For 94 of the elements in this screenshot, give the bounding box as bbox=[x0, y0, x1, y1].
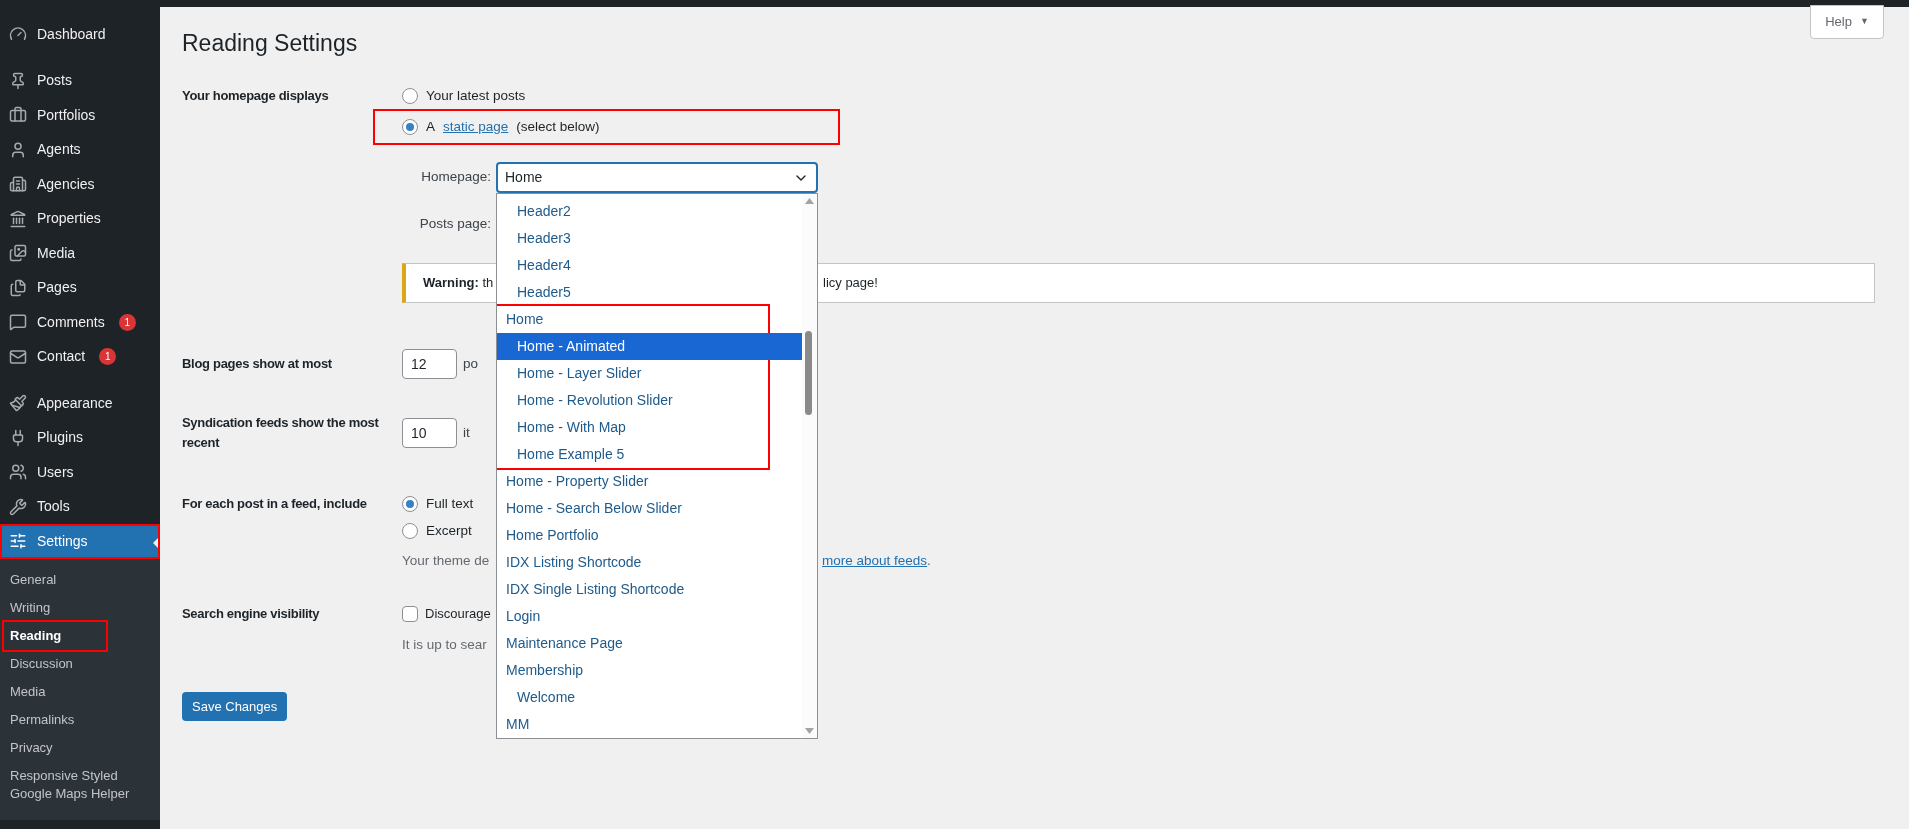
sidebar-item[interactable]: Appearance bbox=[0, 386, 160, 421]
dropdown-option[interactable]: Header5 bbox=[497, 279, 802, 306]
person-icon bbox=[9, 140, 27, 159]
scroll-up-icon[interactable] bbox=[805, 198, 814, 204]
dropdown-option[interactable]: IDX Single Listing Shortcode bbox=[497, 576, 802, 603]
dropdown-option[interactable]: Home bbox=[497, 306, 802, 333]
warning-text: Warning: th bbox=[423, 274, 493, 293]
count-badge: 1 bbox=[99, 348, 117, 366]
dropdown-option[interactable]: Membership bbox=[497, 657, 802, 684]
radio-label: Your latest posts bbox=[426, 86, 526, 105]
people-icon bbox=[9, 463, 27, 482]
unit-label: po bbox=[463, 354, 479, 373]
dropdown-option[interactable]: Home - Property Slider bbox=[497, 468, 802, 495]
dropdown-option[interactable]: Home - Layer Slider bbox=[497, 360, 802, 387]
dropdown-option[interactable]: Header4 bbox=[497, 252, 802, 279]
homepage-label: Homepage: bbox=[420, 168, 492, 187]
dropdown-option[interactable]: Home - Revolution Slider bbox=[497, 387, 802, 414]
submenu-item[interactable]: Writing bbox=[10, 598, 150, 617]
sidebar-item[interactable]: Portfolios bbox=[0, 98, 160, 133]
submenu-item[interactable]: Privacy bbox=[10, 738, 150, 757]
feed-description: Your theme de bbox=[402, 551, 491, 570]
dropdown-option[interactable]: Login bbox=[497, 603, 802, 630]
submenu-item[interactable]: Permalinks bbox=[10, 710, 150, 729]
dropdown-option[interactable]: Home - Search Below Slider bbox=[497, 495, 802, 522]
setting-label: Syndication feeds show the most recent bbox=[182, 414, 380, 452]
submenu-item[interactable]: Discussion bbox=[10, 654, 150, 673]
visibility-description: It is up to sear bbox=[402, 636, 488, 654]
sidebar-item[interactable]: Comments 1 bbox=[0, 305, 160, 340]
radio-label: Full text bbox=[426, 494, 474, 513]
briefcase-icon bbox=[9, 106, 27, 125]
unit-label: it bbox=[463, 423, 470, 442]
dropdown-option[interactable]: Welcome bbox=[497, 684, 802, 711]
help-button[interactable]: Help ▼ bbox=[1810, 5, 1884, 39]
sidebar-item[interactable]: Pages bbox=[0, 270, 160, 305]
speech-bubble-icon bbox=[9, 313, 27, 332]
sliders-icon bbox=[9, 532, 27, 551]
sidebar-item[interactable]: Plugins bbox=[0, 420, 160, 455]
page-title: Reading Settings bbox=[182, 29, 359, 58]
sidebar-item[interactable]: Settings bbox=[0, 524, 160, 559]
radio-button[interactable] bbox=[402, 119, 418, 135]
dropdown-option[interactable]: Home - With Map bbox=[497, 414, 802, 441]
sidebar-item[interactable]: Users bbox=[0, 455, 160, 490]
count-badge: 1 bbox=[118, 313, 136, 331]
setting-label: Search engine visibility bbox=[182, 605, 321, 623]
radio-hint: (select below) bbox=[516, 117, 600, 136]
sidebar-item[interactable]: Properties bbox=[0, 201, 160, 236]
period-text: . bbox=[927, 551, 931, 570]
submenu-item[interactable]: General bbox=[10, 570, 150, 589]
radio-button[interactable] bbox=[402, 523, 418, 539]
homepage-select[interactable]: Home bbox=[496, 162, 818, 193]
dropdown-option[interactable]: Header3 bbox=[497, 225, 802, 252]
pin-icon bbox=[9, 71, 27, 90]
scroll-down-icon[interactable] bbox=[805, 728, 814, 734]
bank-icon bbox=[9, 209, 27, 228]
envelope-icon bbox=[9, 347, 27, 366]
radio-label: A bbox=[426, 117, 435, 136]
scrollbar[interactable] bbox=[802, 194, 817, 738]
dropdown-option[interactable]: Home - Animated bbox=[497, 333, 802, 360]
submenu-item[interactable]: Reading bbox=[10, 626, 150, 645]
radio-button[interactable] bbox=[402, 496, 418, 512]
radio-button[interactable] bbox=[402, 88, 418, 104]
dropdown-option[interactable]: Header2 bbox=[497, 198, 802, 225]
static-page-link[interactable]: static page bbox=[443, 116, 509, 138]
checkbox[interactable] bbox=[402, 606, 418, 622]
checkbox-label: Discourage bbox=[425, 605, 491, 624]
sidebar-item[interactable]: Posts bbox=[0, 63, 160, 98]
images-icon bbox=[9, 244, 27, 263]
dropdown-option[interactable]: Home Example 5 bbox=[497, 441, 802, 468]
warning-text: licy page! bbox=[823, 274, 878, 293]
number-field[interactable]: 10 bbox=[402, 418, 457, 448]
setting-label: For each post in a feed, include bbox=[182, 495, 368, 513]
paintbrush-icon bbox=[9, 394, 27, 413]
submenu-item[interactable]: Responsive Styled Google Maps Helper bbox=[10, 766, 150, 803]
sidebar-item[interactable]: Agencies bbox=[0, 167, 160, 202]
dropdown-option[interactable]: IDX Listing Shortcode bbox=[497, 549, 802, 576]
posts-page-label: Posts page: bbox=[418, 214, 492, 233]
dropdown-option[interactable]: Maintenance Page bbox=[497, 630, 802, 657]
pages-icon bbox=[9, 278, 27, 297]
setting-label: Your homepage displays bbox=[182, 87, 330, 105]
buildings-icon bbox=[9, 175, 27, 194]
number-field[interactable]: 12 bbox=[402, 349, 457, 379]
sidebar-item[interactable]: Media bbox=[0, 236, 160, 271]
radio-label: Excerpt bbox=[426, 521, 472, 540]
sidebar-item[interactable]: Tools bbox=[0, 489, 160, 524]
submenu-item[interactable]: Media bbox=[10, 682, 150, 701]
sidebar-item[interactable]: Agents bbox=[0, 132, 160, 167]
save-changes-button[interactable]: Save Changes bbox=[182, 692, 288, 722]
sidebar-item[interactable]: Contact 1 bbox=[0, 339, 160, 374]
dropdown-option[interactable]: MM bbox=[497, 711, 802, 738]
dropdown-option[interactable]: Home Portfolio bbox=[497, 522, 802, 549]
setting-label: Blog pages show at most bbox=[182, 355, 333, 373]
wrench-icon bbox=[9, 497, 27, 516]
sidebar-item[interactable]: Dashboard bbox=[0, 17, 160, 52]
scrollbar-thumb[interactable] bbox=[805, 331, 812, 415]
